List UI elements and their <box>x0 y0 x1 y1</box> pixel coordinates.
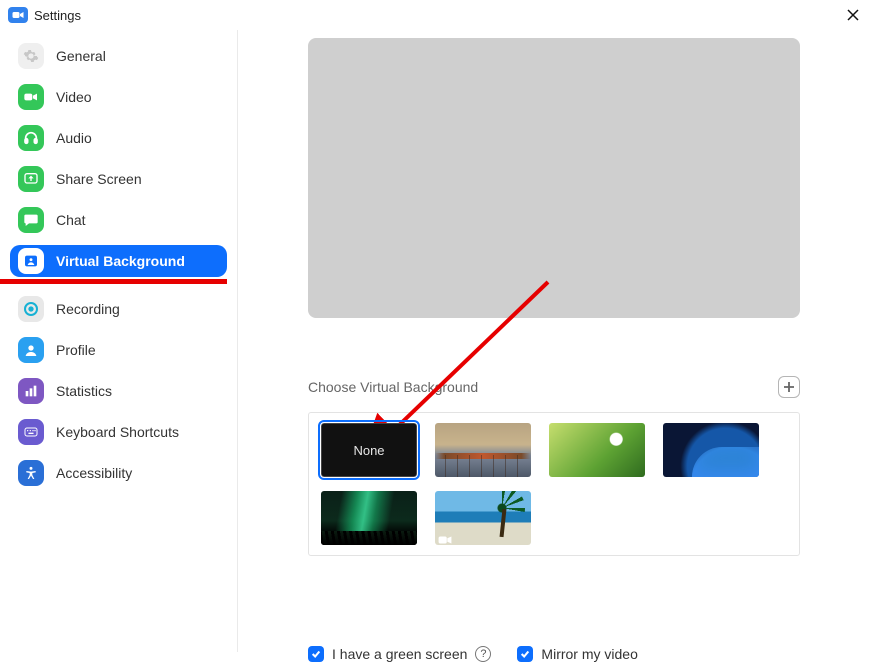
statistics-icon <box>18 378 44 404</box>
sidebar-item-label: Audio <box>56 130 92 146</box>
keyboard-icon <box>18 419 44 445</box>
video-badge-icon <box>324 532 338 542</box>
sidebar-item-virtual-background[interactable]: Virtual Background <box>10 245 227 277</box>
sidebar-item-statistics[interactable]: Statistics <box>10 375 227 407</box>
chat-icon <box>18 207 44 233</box>
profile-icon <box>18 337 44 363</box>
help-icon[interactable]: ? <box>475 646 491 662</box>
sidebar-item-video[interactable]: Video <box>10 81 227 113</box>
checkbox-box-icon <box>308 646 324 662</box>
background-option-bridge[interactable] <box>435 423 531 477</box>
virtual-background-icon <box>18 248 44 274</box>
sidebar-item-label: Recording <box>56 301 120 317</box>
content-area: Choose Virtual Background None <box>238 30 873 652</box>
sidebar-item-chat[interactable]: Chat <box>10 204 227 236</box>
sidebar-item-keyboard-shortcuts[interactable]: Keyboard Shortcuts <box>10 416 227 448</box>
sidebar-item-profile[interactable]: Profile <box>10 334 227 366</box>
video-badge-icon <box>438 532 452 542</box>
sidebar-item-label: Virtual Background <box>56 253 185 269</box>
accessibility-icon <box>18 460 44 486</box>
annotation-underline <box>0 279 237 284</box>
record-icon <box>18 296 44 322</box>
background-option-aurora[interactable] <box>321 491 417 545</box>
sidebar: General Video Audio Share Screen <box>0 30 238 652</box>
headphones-icon <box>18 125 44 151</box>
checkbox-label: I have a green screen <box>332 646 467 662</box>
background-option-none[interactable]: None <box>321 423 417 477</box>
checkbox-green-screen[interactable]: I have a green screen ? <box>308 646 491 662</box>
close-button[interactable] <box>841 3 865 27</box>
checkbox-box-icon <box>517 646 533 662</box>
thumb-label: None <box>353 443 384 458</box>
sidebar-item-label: Chat <box>56 212 86 228</box>
background-option-grass[interactable] <box>549 423 645 477</box>
checkbox-label: Mirror my video <box>541 646 637 662</box>
section-title: Choose Virtual Background <box>308 379 478 395</box>
sidebar-item-audio[interactable]: Audio <box>10 122 227 154</box>
sidebar-item-label: Share Screen <box>56 171 142 187</box>
sidebar-item-label: Accessibility <box>56 465 132 481</box>
app-icon <box>8 7 28 23</box>
video-preview <box>308 38 800 318</box>
checkbox-mirror-video[interactable]: Mirror my video <box>517 646 637 662</box>
background-option-earth[interactable] <box>663 423 759 477</box>
add-background-button[interactable] <box>778 376 800 398</box>
sidebar-item-label: General <box>56 48 106 64</box>
sidebar-item-label: Keyboard Shortcuts <box>56 424 179 440</box>
sidebar-item-label: Video <box>56 89 92 105</box>
background-grid: None <box>308 412 800 556</box>
sidebar-item-share-screen[interactable]: Share Screen <box>10 163 227 195</box>
window-title: Settings <box>34 8 81 23</box>
sidebar-item-accessibility[interactable]: Accessibility <box>10 457 227 489</box>
background-option-beach[interactable] <box>435 491 531 545</box>
sidebar-item-recording[interactable]: Recording <box>10 293 227 325</box>
sidebar-item-label: Profile <box>56 342 96 358</box>
video-icon <box>18 84 44 110</box>
gear-icon <box>18 43 44 69</box>
titlebar: Settings <box>0 0 873 30</box>
sidebar-item-general[interactable]: General <box>10 40 227 72</box>
sidebar-item-label: Statistics <box>56 383 112 399</box>
share-screen-icon <box>18 166 44 192</box>
